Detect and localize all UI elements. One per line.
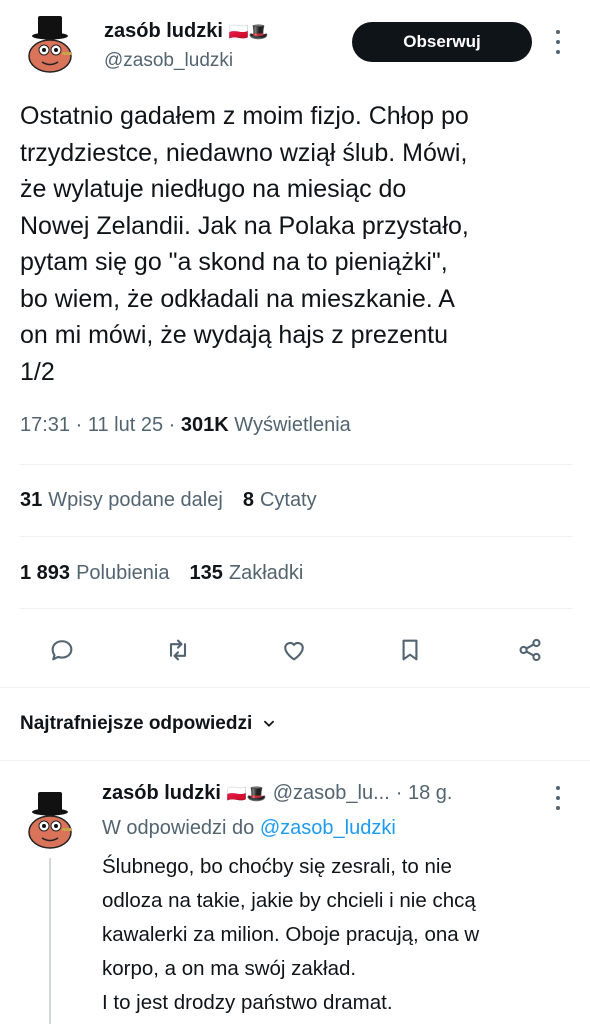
replies-sort-dropdown[interactable]: Najtrafniejsze odpowiedzi xyxy=(20,713,276,735)
thread-line xyxy=(49,858,51,1024)
bookmarks-stat[interactable]: 135 Zakładki xyxy=(189,562,303,585)
replying-to-label: W odpowiedzi do xyxy=(102,817,255,839)
author-handle[interactable]: @zasob_ludzki xyxy=(104,50,233,72)
reply-author-emoji: 🇵🇱🎩 xyxy=(226,785,267,803)
follow-button[interactable]: Obserwuj xyxy=(352,22,532,62)
author-emoji: 🇵🇱🎩 xyxy=(228,23,269,41)
divider xyxy=(0,687,590,688)
retweet-icon[interactable] xyxy=(156,628,200,672)
replying-to: W odpowiedzi do @zasob_ludzki xyxy=(102,817,396,840)
divider xyxy=(20,536,572,537)
reply-header: zasób ludzki 🇵🇱🎩 @zasob_lu... · 18 g. xyxy=(102,782,452,805)
likes-stat[interactable]: 1 893 Polubienia xyxy=(20,562,169,585)
reply-author-name[interactable]: zasób ludzki xyxy=(102,782,221,805)
reply-text: Ślubnego, bo choćby się zesrali, to nie … xyxy=(102,855,480,1014)
tweet-actions xyxy=(0,628,590,672)
tweet-time[interactable]: 17:31 xyxy=(20,414,70,436)
top-hat-character-icon xyxy=(28,16,72,73)
quotes-stat[interactable]: 8 Cytaty xyxy=(243,489,317,512)
retweets-stat[interactable]: 31 Wpisy podane dalej xyxy=(20,489,223,512)
divider xyxy=(0,760,590,761)
reply-more-options-icon[interactable] xyxy=(550,786,566,810)
reply-author-handle[interactable]: @zasob_lu... xyxy=(273,782,390,805)
divider xyxy=(20,464,572,465)
share-icon[interactable] xyxy=(508,628,552,672)
replying-to-handle[interactable]: @zasob_ludzki xyxy=(260,817,396,839)
more-options-icon[interactable] xyxy=(550,30,566,54)
tweet-text: Ostatnio gadałem z moim fizjo. Chłop po … xyxy=(20,102,469,386)
bookmark-icon[interactable] xyxy=(388,628,432,672)
stats-retweets-quotes: 31 Wpisy podane dalej 8 Cytaty xyxy=(20,489,317,512)
tweet-date[interactable]: 11 lut 25 xyxy=(88,414,163,436)
chevron-down-icon xyxy=(264,720,275,727)
author-display-name[interactable]: zasób ludzki xyxy=(104,20,223,43)
tweet-meta: 17:31 · 11 lut 25 · 301K Wyświetlenia xyxy=(20,414,351,436)
reply-time[interactable]: · 18 g. xyxy=(396,782,453,805)
top-hat-character-icon xyxy=(28,792,72,849)
reply-icon[interactable] xyxy=(40,628,84,672)
like-icon[interactable] xyxy=(272,628,316,672)
reply-author-avatar[interactable] xyxy=(18,788,82,852)
views-label: Wyświetlenia xyxy=(234,414,351,436)
stats-likes-bookmarks: 1 893 Polubienia 135 Zakładki xyxy=(20,562,303,585)
tweet-header: zasób ludzki 🇵🇱🎩 @zasob_ludzki Obserwuj xyxy=(0,0,590,90)
author-name-row[interactable]: zasób ludzki 🇵🇱🎩 xyxy=(104,20,269,43)
replies-sort-label: Najtrafniejsze odpowiedzi xyxy=(20,713,253,734)
views-count: 301K xyxy=(180,414,229,436)
divider xyxy=(20,608,572,609)
author-avatar[interactable] xyxy=(18,12,82,76)
